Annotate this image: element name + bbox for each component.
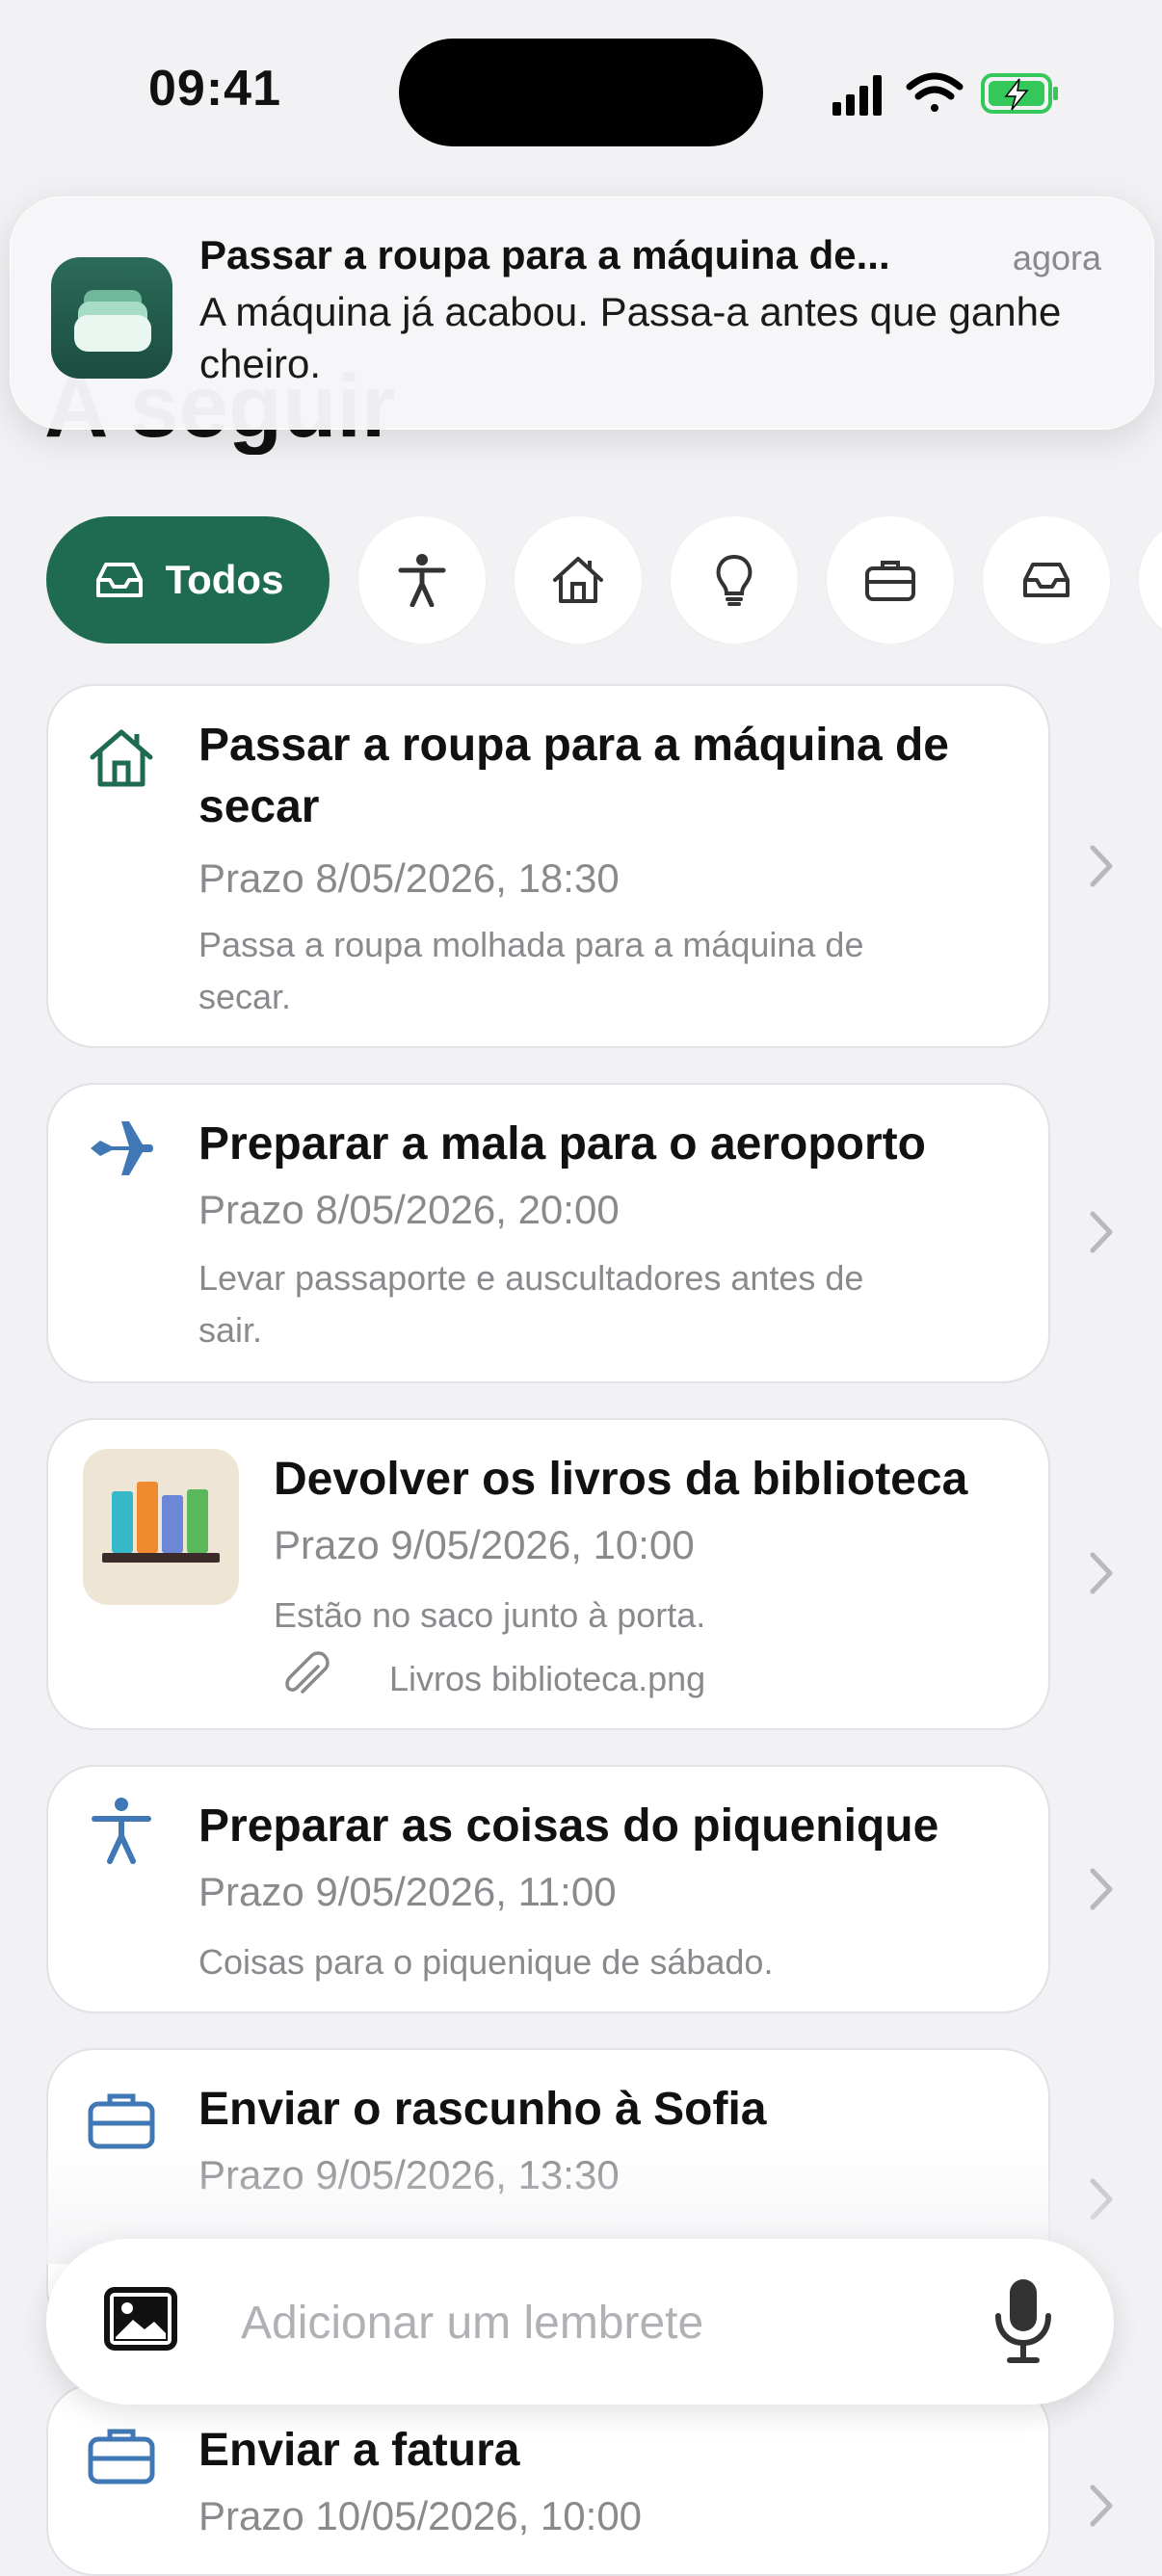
home-icon: [90, 729, 153, 787]
lightbulb-icon: [716, 554, 753, 606]
tray-icon: [1023, 563, 1070, 597]
notification-banner[interactable]: Passar a roupa para a máquina de... agor…: [10, 197, 1154, 430]
chevron-right-icon[interactable]: [1087, 1208, 1116, 1256]
photo-icon[interactable]: [104, 2287, 177, 2351]
reminder-card[interactable]: Devolver os livros da biblioteca Prazo 9…: [46, 1418, 1050, 1730]
chevron-right-icon[interactable]: [1087, 2482, 1116, 2530]
add-reminder-input[interactable]: [239, 2283, 975, 2362]
reminder-title: Devolver os livros da biblioteca: [274, 1454, 968, 1505]
paperclip-icon: [285, 1651, 330, 1694]
reminder-title: Enviar o rascunho à Sofia: [198, 2084, 767, 2135]
signal-icon: [832, 75, 882, 116]
briefcase-icon: [865, 561, 915, 601]
reminder-description: Estão no saco junto à porta.: [274, 1595, 706, 1635]
reminder-due: Prazo 10/05/2026, 10:00: [198, 2493, 643, 2538]
reminder-title: Preparar as coisas do piquenique: [198, 1801, 939, 1852]
filter-chip-inbox[interactable]: [983, 516, 1110, 644]
home-icon: [553, 557, 603, 603]
chevron-right-icon[interactable]: [1087, 1549, 1116, 1597]
accessibility-icon: [398, 554, 446, 607]
tray-icon: [95, 563, 143, 597]
briefcase-icon: [88, 2429, 155, 2484]
notification-time: agora: [1012, 238, 1101, 277]
dynamic-island: [399, 39, 763, 146]
status-bar: 09:41: [0, 0, 1162, 183]
reminder-title: Passar a roupa para a máquina de secar: [198, 720, 949, 832]
filter-chip-more[interactable]: [1139, 516, 1162, 644]
reminder-due: Prazo 8/05/2026, 18:30: [198, 855, 620, 901]
reminder-card[interactable]: Enviar a fatura Prazo 10/05/2026, 10:00: [46, 2383, 1050, 2576]
reminder-card[interactable]: Preparar as coisas do piquenique Prazo 9…: [46, 1765, 1050, 2013]
microphone-icon[interactable]: [992, 2275, 1054, 2368]
reminder-card[interactable]: Passar a roupa para a máquina de secar P…: [46, 684, 1050, 1048]
filter-chip-ideas[interactable]: [671, 516, 798, 644]
attachment-filename[interactable]: Livros biblioteca.png: [389, 1659, 705, 1699]
wifi-icon: [906, 72, 964, 112]
reminder-due: Prazo 8/05/2026, 20:00: [198, 1187, 620, 1232]
books-image: [102, 1482, 220, 1563]
reminder-title: Enviar a fatura: [198, 2425, 520, 2476]
status-icons: [832, 72, 1058, 116]
reminder-due: Prazo 9/05/2026, 11:00: [198, 1869, 617, 1914]
stack-icon: [74, 290, 151, 352]
notification-title: Passar a roupa para a máquina de...: [199, 232, 890, 277]
filter-chip-work[interactable]: [827, 516, 954, 644]
add-reminder-bar: [46, 2239, 1114, 2405]
chevron-right-icon[interactable]: [1087, 2175, 1116, 2223]
reminder-due: Prazo 9/05/2026, 10:00: [274, 1522, 695, 1567]
app-icon: [51, 257, 172, 379]
books-thumbnail: [83, 1449, 239, 1605]
reminder-description: Coisas para o piquenique de sábado.: [198, 1942, 774, 1982]
notification-body: A máquina já acabou. Passa-a antes que g…: [199, 289, 1062, 386]
filter-chip-personal[interactable]: [358, 516, 486, 644]
filter-chip-home[interactable]: [515, 516, 642, 644]
filter-bar: Todos: [46, 516, 1162, 644]
briefcase-icon: [88, 2093, 155, 2149]
status-time: 09:41: [148, 61, 281, 117]
reminder-card[interactable]: Preparar a mala para o aeroporto Prazo 8…: [46, 1083, 1050, 1383]
reminder-description: Levar passaporte e auscultadores antes d…: [198, 1258, 864, 1350]
reminder-due: Prazo 9/05/2026, 13:30: [198, 2152, 620, 2197]
filter-chip-label: Todos: [165, 557, 284, 602]
reminder-description: Passa a roupa molhada para a máquina de …: [198, 925, 864, 1016]
battery-charging-icon: [981, 73, 1058, 114]
filter-chip-all[interactable]: Todos: [46, 516, 330, 644]
accessibility-icon: [92, 1798, 151, 1864]
chevron-right-icon[interactable]: [1087, 842, 1116, 890]
airplane-icon: [91, 1121, 153, 1175]
reminder-title: Preparar a mala para o aeroporto: [198, 1118, 926, 1170]
chevron-right-icon[interactable]: [1087, 1865, 1116, 1913]
